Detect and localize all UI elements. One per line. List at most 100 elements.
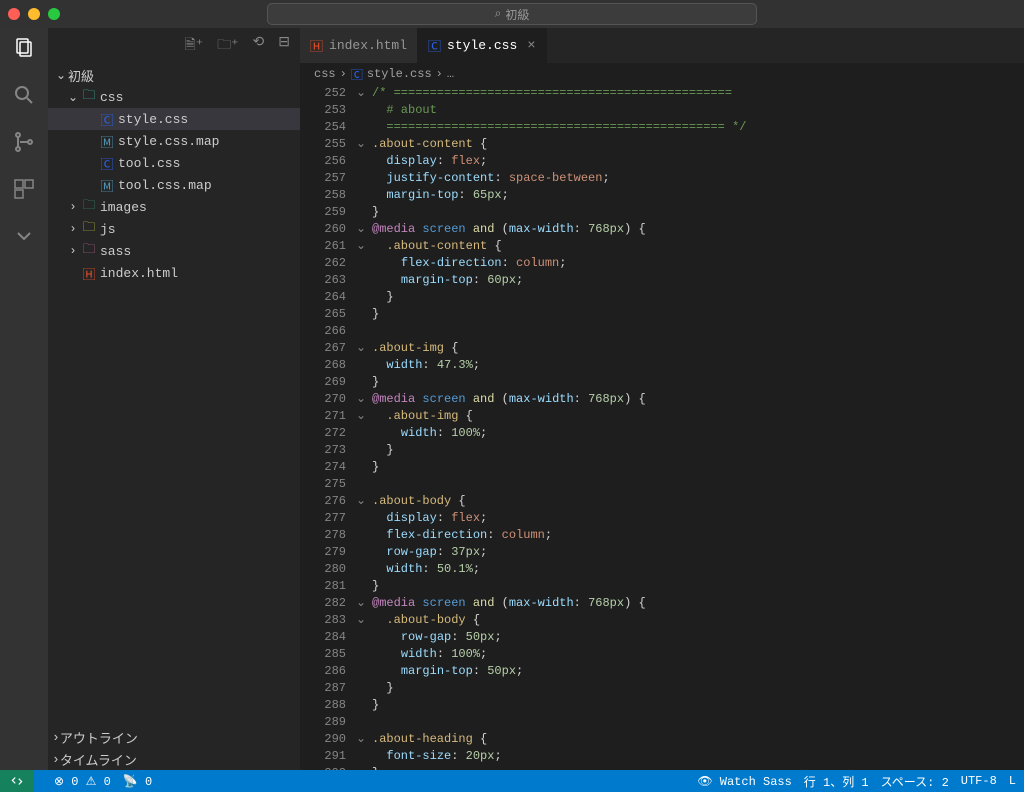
window-maximize-icon[interactable] [48,8,60,20]
remote-icon[interactable] [0,770,34,792]
code-line[interactable]: } [372,306,1024,323]
code-line[interactable]: display: flex; [372,153,1024,170]
code-line[interactable]: display: flex; [372,510,1024,527]
code-line[interactable]: .about-body { [372,493,1024,510]
window-minimize-icon[interactable] [28,8,40,20]
code-line[interactable]: /* =====================================… [372,85,1024,102]
line-number: 258 [300,187,346,204]
code-line[interactable]: } [372,697,1024,714]
sidebar-explorer: 🗎⁺ 🗀⁺ ⟲ ⊟ ⌄初級 ⌄🗀css 🄲style.css 🄼style.cs… [48,28,300,770]
extensions-icon[interactable] [12,177,36,206]
file-index-html[interactable]: 🄷index.html [48,262,300,284]
command-center-search[interactable]: ⌕ 初級 [267,3,757,25]
code-line[interactable]: .about-body { [372,612,1024,629]
folder-label: images [100,200,147,215]
titlebar: ← → ⌕ 初級 [0,0,1024,28]
code-line[interactable]: width: 100%; [372,425,1024,442]
file-style-css-map[interactable]: 🄼style.css.map [48,130,300,152]
code-editor[interactable]: 2522532542552562572582592602612622632642… [300,85,1024,770]
code-line[interactable]: font-size: 20px; [372,748,1024,765]
tab-index-html[interactable]: 🄷 index.html [300,28,418,63]
fold-toggle[interactable]: ⌄ [354,731,372,748]
code-line[interactable] [372,323,1024,340]
code-line[interactable]: row-gap: 50px; [372,629,1024,646]
code-line[interactable]: .about-img { [372,340,1024,357]
folder-js[interactable]: ›🗀js [48,218,300,240]
code-line[interactable] [372,714,1024,731]
code-line[interactable] [372,476,1024,493]
code-line[interactable]: row-gap: 37px; [372,544,1024,561]
folder-css[interactable]: ⌄🗀css [48,86,300,108]
new-file-icon[interactable]: 🗎⁺ [184,34,203,58]
timeline-panel[interactable]: ›タイムライン [48,748,300,770]
code-line[interactable]: # about [372,102,1024,119]
fold-toggle[interactable]: ⌄ [354,136,372,153]
fold-toggle[interactable]: ⌄ [354,391,372,408]
code-line[interactable]: @media screen and (max-width: 768px) { [372,595,1024,612]
file-style-css[interactable]: 🄲style.css [48,108,300,130]
code-line[interactable]: flex-direction: column; [372,527,1024,544]
fold-toggle[interactable]: ⌄ [354,612,372,629]
tab-style-css[interactable]: 🄲 style.css × [418,28,547,63]
fold-toggle[interactable]: ⌄ [354,595,372,612]
code-line[interactable]: } [372,204,1024,221]
folder-images[interactable]: ›🗀images [48,196,300,218]
fold-toggle[interactable]: ⌄ [354,408,372,425]
status-spaces[interactable]: スペース: 2 [881,773,949,790]
close-icon[interactable]: × [527,38,535,54]
line-number: 253 [300,102,346,119]
code-line[interactable]: } [372,374,1024,391]
code-line[interactable]: width: 100%; [372,646,1024,663]
status-ports[interactable]: 📡 0 [123,774,152,789]
collapse-icon[interactable]: ⊟ [278,34,290,58]
file-tool-css-map[interactable]: 🄼tool.css.map [48,174,300,196]
line-number: 281 [300,578,346,595]
folder-sass[interactable]: ›🗀sass [48,240,300,262]
code-line[interactable]: .about-content { [372,238,1024,255]
code-line[interactable]: flex-direction: column; [372,255,1024,272]
window-close-icon[interactable] [8,8,20,20]
breadcrumb[interactable]: css › 🄲 style.css › … [300,63,1024,85]
fold-toggle [354,153,372,170]
code-line[interactable]: } [372,289,1024,306]
code-line[interactable]: margin-top: 50px; [372,663,1024,680]
status-encoding[interactable]: UTF-8 [961,774,997,788]
code-line[interactable]: } [372,680,1024,697]
fold-toggle[interactable]: ⌄ [354,340,372,357]
explorer-icon[interactable] [12,36,36,65]
outline-panel[interactable]: ›アウトライン [48,726,300,748]
code-line[interactable]: @media screen and (max-width: 768px) { [372,221,1024,238]
code-line[interactable]: ========================================… [372,119,1024,136]
code-line[interactable]: margin-top: 65px; [372,187,1024,204]
code-line[interactable]: @media screen and (max-width: 768px) { [372,391,1024,408]
line-number: 259 [300,204,346,221]
code-line[interactable]: width: 50.1%; [372,561,1024,578]
refresh-icon[interactable]: ⟲ [253,34,265,58]
code-line[interactable]: } [372,765,1024,770]
new-folder-icon[interactable]: 🗀⁺ [217,34,238,58]
fold-toggle[interactable]: ⌄ [354,85,372,102]
status-problems[interactable]: ⊗ 0 ⚠ 0 [54,774,111,789]
status-ln-col[interactable]: 行 1、列 1 [804,773,869,790]
code-line[interactable]: } [372,442,1024,459]
line-number: 269 [300,374,346,391]
fold-toggle[interactable]: ⌄ [354,238,372,255]
tree-root[interactable]: ⌄初級 [48,64,300,86]
line-number: 265 [300,306,346,323]
status-lang[interactable]: L [1009,774,1016,788]
code-line[interactable]: margin-top: 60px; [372,272,1024,289]
code-line[interactable]: width: 47.3%; [372,357,1024,374]
source-control-icon[interactable] [12,130,36,159]
file-tool-css[interactable]: 🄲tool.css [48,152,300,174]
fold-toggle[interactable]: ⌄ [354,493,372,510]
code-line[interactable]: justify-content: space-between; [372,170,1024,187]
code-line[interactable]: } [372,459,1024,476]
code-line[interactable]: .about-img { [372,408,1024,425]
fold-toggle[interactable]: ⌄ [354,221,372,238]
code-line[interactable]: } [372,578,1024,595]
status-watch-sass[interactable]: 👁 Watch Sass [697,774,791,789]
chevron-down-icon[interactable] [12,224,36,253]
code-line[interactable]: .about-heading { [372,731,1024,748]
code-line[interactable]: .about-content { [372,136,1024,153]
search-activity-icon[interactable] [12,83,36,112]
